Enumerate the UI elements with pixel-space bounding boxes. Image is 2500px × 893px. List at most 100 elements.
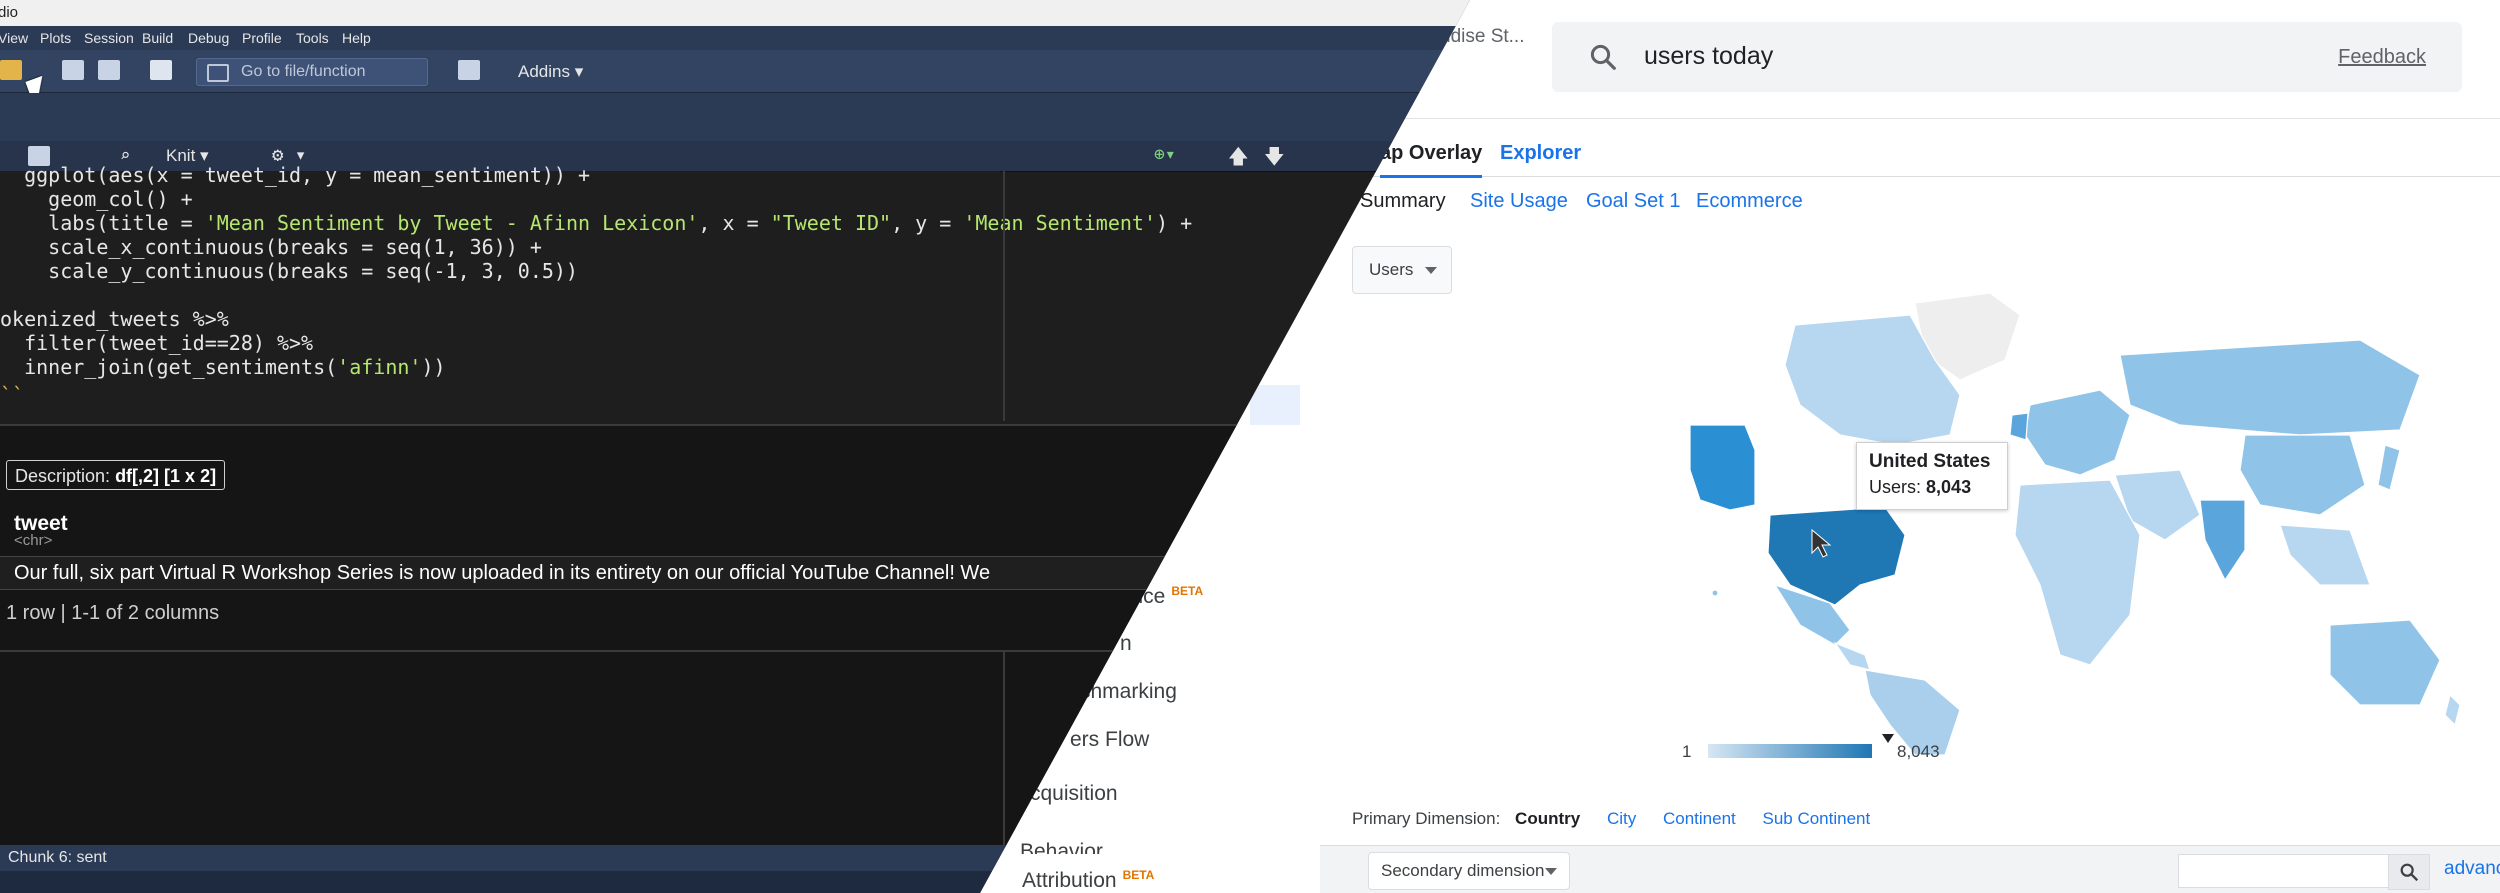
- editor-divider: [1003, 171, 1005, 421]
- map-europe: [2024, 389, 2131, 476]
- advanced-link[interactable]: advanc: [2444, 858, 2500, 880]
- metric-dropdown[interactable]: Users: [1352, 246, 1452, 294]
- map-alaska: [1689, 424, 1756, 511]
- chevron-down-icon: [1545, 868, 1557, 875]
- secondary-dimension-dropdown[interactable]: Secondary dimension: [1368, 852, 1570, 890]
- map-hawaii: [1711, 589, 1719, 597]
- print-icon[interactable]: [150, 60, 172, 80]
- code-line: filter(tweet_id==28) %>%: [24, 331, 314, 355]
- map-southeast-asia: [2279, 524, 2371, 586]
- map-central-america: [1833, 641, 1871, 671]
- code-line: ``: [0, 383, 25, 407]
- search-icon: [1590, 44, 1616, 70]
- grid-icon[interactable]: [458, 60, 480, 80]
- beta-badge: BETA: [1171, 584, 1204, 598]
- open-folder-icon[interactable]: [0, 60, 22, 80]
- nav-item-users-flow[interactable]: ers Flow: [1070, 728, 1149, 752]
- addins-label: Addins: [518, 62, 570, 81]
- go-to-file-input[interactable]: Go to file/function: [196, 58, 428, 86]
- tooltip-users-value: 8,043: [1926, 477, 1972, 497]
- menu-plots[interactable]: Plots: [40, 30, 71, 46]
- code-line: ggplot(aes(x = tweet_id, y = mean_sentim…: [24, 163, 591, 187]
- pane-divider: [1003, 650, 1005, 845]
- output-description: Description: df[,2] [1 x 2]: [6, 460, 226, 490]
- legend-marker-icon: [1882, 734, 1894, 743]
- code-editor[interactable]: ggplot(aes(x = tweet_id, y = mean_sentim…: [0, 163, 1192, 421]
- code-line: scale_y_continuous(breaks = seq(-1, 3, 0…: [48, 259, 578, 283]
- save-all-icon[interactable]: [98, 60, 120, 80]
- subtab-ecommerce[interactable]: Ecommerce: [1696, 190, 1803, 213]
- world-map[interactable]: [1660, 285, 2460, 755]
- legend-max: 8,043: [1897, 742, 1940, 761]
- tooltip-users-label: Users:: [1869, 477, 1922, 497]
- tab-explorer[interactable]: Explorer: [1500, 142, 1581, 165]
- subtab-goal-set-1[interactable]: Goal Set 1: [1586, 190, 1681, 213]
- chunk-status[interactable]: Chunk 6: sent: [8, 849, 107, 867]
- map-japan: [2377, 444, 2401, 491]
- map-uk: [2009, 412, 2029, 441]
- menu-profile[interactable]: Profile: [242, 30, 282, 46]
- tooltip-country: United States: [1869, 451, 1991, 472]
- screen: ndise St... users today Feedback ap Over…: [0, 0, 2500, 893]
- subtab-summary[interactable]: Summary: [1360, 190, 1446, 213]
- secondary-dimension-label: Secondary dimension: [1381, 861, 1545, 880]
- column-type: <chr>: [14, 532, 53, 549]
- arrow-right-icon: [207, 64, 229, 82]
- table-search-button[interactable]: [2388, 854, 2430, 890]
- map-russia: [2119, 339, 2421, 436]
- search-query[interactable]: users today: [1644, 42, 1773, 71]
- row-count: 1 row | 1-1 of 2 columns: [6, 602, 220, 624]
- table-cell: Our full, six part Virtual R Workshop Se…: [14, 562, 991, 584]
- map-china: [2239, 434, 2366, 516]
- main-toolbar: Go to file/function Addins ▾: [0, 50, 1470, 93]
- search-icon: [2400, 863, 2419, 882]
- menu-debug[interactable]: Debug: [188, 30, 229, 46]
- code-line: geom_col() +: [48, 187, 193, 211]
- menu-session[interactable]: Session: [84, 30, 134, 46]
- analytics-search-bar[interactable]: users today Feedback: [1552, 22, 2462, 92]
- table-search-input[interactable]: [2178, 854, 2390, 888]
- go-to-file-placeholder: Go to file/function: [241, 63, 366, 80]
- nav-item-behavior[interactable]: Behavior: [1020, 840, 1103, 854]
- menu-build[interactable]: Build: [142, 30, 173, 46]
- legend-min: 1: [1682, 742, 1692, 761]
- report-tabs: ap Overlay Explorer: [1320, 130, 2500, 178]
- map-new-zealand: [2444, 693, 2460, 727]
- menu-help[interactable]: Help: [342, 30, 371, 46]
- table-controls: Secondary dimension advanc: [1320, 845, 2500, 893]
- nav-item-attribution[interactable]: Attribution BETA: [1022, 868, 1154, 893]
- arrow-up-icon[interactable]: 🡅: [1228, 142, 1249, 176]
- menu-tools[interactable]: Tools: [296, 30, 329, 46]
- primary-dimension-bar: Primary Dimension: Country City Continen…: [1352, 809, 1870, 829]
- insert-chunk-icon[interactable]: ⊕▾: [1154, 144, 1176, 165]
- window-titlebar: dio: [0, 0, 1470, 26]
- tooltip-users: Users: 8,043: [1869, 477, 1971, 498]
- primary-dimension-label: Primary Dimension:: [1352, 809, 1501, 828]
- menu-bar: View Plots Session Build Debug Profile T…: [0, 26, 1470, 50]
- nav-highlight: [1250, 385, 1300, 425]
- feedback-link[interactable]: Feedback: [2338, 46, 2426, 69]
- map-tooltip: United States Users: 8,043: [1856, 442, 2008, 510]
- save-icon[interactable]: [62, 60, 84, 80]
- chevron-down-icon: [1425, 267, 1437, 274]
- menu-view[interactable]: View: [0, 30, 28, 46]
- legend-gradient: [1708, 744, 1872, 758]
- dimension-continent[interactable]: Continent: [1663, 809, 1736, 828]
- dimension-sub-continent[interactable]: Sub Continent: [1762, 809, 1870, 828]
- subtab-site-usage[interactable]: Site Usage: [1470, 190, 1568, 213]
- code-line: inner_join(get_sentiments('afinn')): [24, 355, 446, 379]
- nav-item-n[interactable]: n: [1120, 632, 1132, 656]
- nav-item-label: Attribution: [1022, 869, 1117, 892]
- editor-tabbar: [0, 93, 1470, 141]
- map-legend: 1 8,043: [1682, 734, 1940, 764]
- dimension-country[interactable]: Country: [1515, 809, 1580, 828]
- dimension-city[interactable]: City: [1607, 809, 1636, 828]
- arrow-down-icon[interactable]: 🡇: [1264, 142, 1285, 176]
- nav-item-acquisition[interactable]: cquisition: [1030, 782, 1118, 806]
- code-line: labs(title = 'Mean Sentiment by Tweet - …: [48, 211, 1193, 235]
- metric-dropdown-label: Users: [1369, 260, 1414, 279]
- addins-menu[interactable]: Addins ▾: [518, 62, 583, 82]
- tab-map-overlay[interactable]: ap Overlay: [1380, 142, 1483, 178]
- map-australia: [2329, 619, 2441, 706]
- map-india: [2199, 499, 2246, 582]
